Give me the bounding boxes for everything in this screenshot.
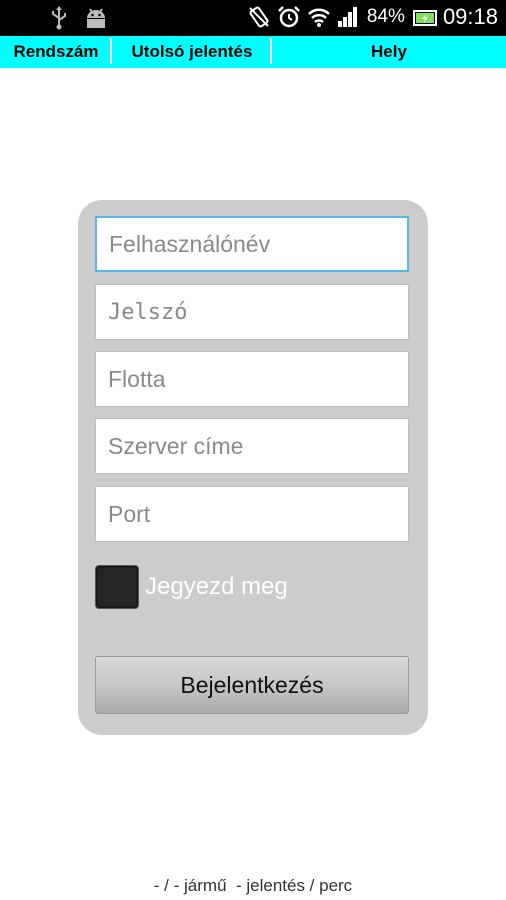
- password-field[interactable]: [95, 284, 409, 340]
- username-field[interactable]: [95, 216, 409, 272]
- alarm-icon: [277, 5, 300, 29]
- port-field[interactable]: [95, 486, 409, 542]
- login-button[interactable]: Bejelentkezés: [95, 656, 409, 714]
- android-debug-icon: [84, 6, 106, 30]
- column-location[interactable]: Hely: [272, 36, 506, 68]
- battery-percent: 84%: [366, 6, 405, 27]
- battery-icon: [412, 5, 437, 29]
- usb-icon: [48, 6, 70, 30]
- remember-me-label[interactable]: Jegyezd meg: [145, 573, 288, 601]
- server-address-field[interactable]: [95, 418, 409, 474]
- column-header-bar: Rendszám Utolsó jelentés Hely: [0, 36, 506, 68]
- column-plate-number[interactable]: Rendszám: [0, 36, 112, 68]
- status-bar: 84% 09:18: [0, 0, 506, 36]
- remember-me-checkbox[interactable]: [95, 565, 139, 609]
- remember-me-row: Jegyezd meg: [95, 564, 288, 610]
- wifi-icon: [307, 5, 330, 29]
- clock-time: 09:18: [442, 4, 498, 29]
- no-rotate-icon: [247, 5, 269, 29]
- signal-icon: [337, 5, 359, 29]
- login-panel: Jegyezd meg Bejelentkezés: [78, 200, 428, 735]
- fleet-stats-footer: - / - jármű - jelentés / perc: [153, 876, 353, 895]
- column-last-report[interactable]: Utolsó jelentés: [112, 36, 272, 68]
- fleet-field[interactable]: [95, 351, 409, 407]
